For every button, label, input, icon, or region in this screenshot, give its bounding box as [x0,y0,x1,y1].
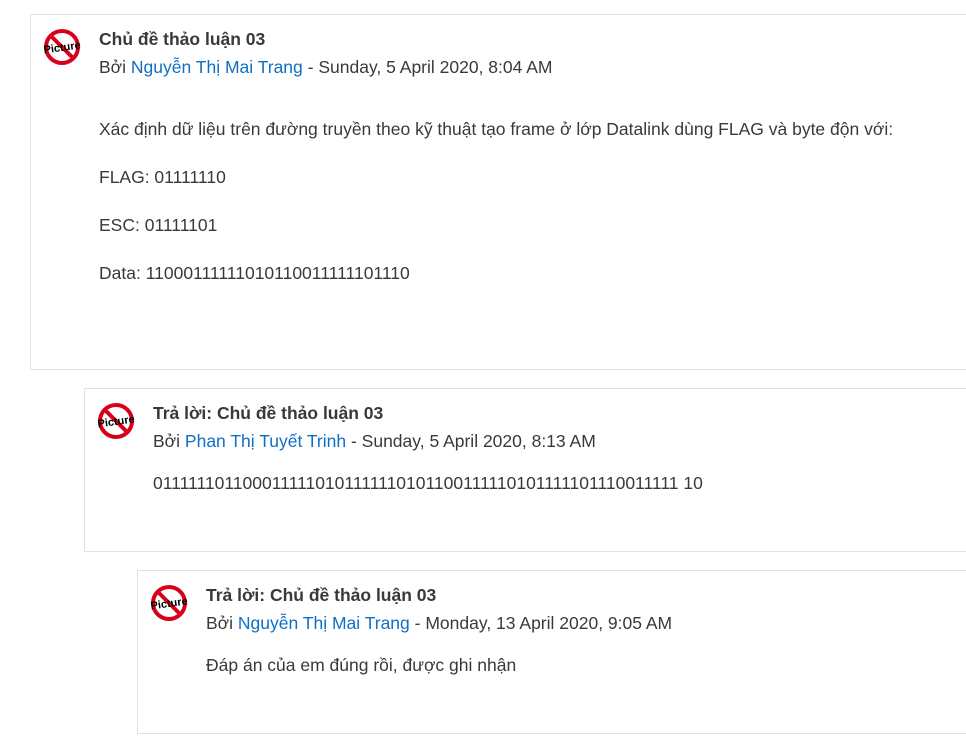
no-picture-icon: Picture [97,403,135,439]
forum-post: Picture Chủ đề thảo luận 03 Bởi Nguyễn T… [30,14,966,370]
post-subject: Trả lời: Chủ đề thảo luận 03 [206,585,437,605]
author-link[interactable]: Phan Thị Tuyết Trinh [185,431,346,451]
post-date: Sunday, 5 April 2020, 8:04 AM [318,57,553,77]
post-subject: Chủ đề thảo luận 03 [99,29,266,49]
post-paragraph: Đáp án của em đúng rồi, được ghi nhận [206,655,517,675]
post-paragraph: 0111111011000111110101111110101100111110… [153,473,703,493]
by-prefix: Bởi [153,431,181,451]
no-picture-icon: Picture [43,29,81,65]
post-header: Chủ đề thảo luận 03 Bởi Nguyễn Thị Mai T… [99,28,553,78]
no-picture-icon: Picture [150,585,188,621]
author-link[interactable]: Nguyễn Thị Mai Trang [238,613,410,633]
user-avatar[interactable]: Picture [148,584,190,622]
post-byline: Bởi Phan Thị Tuyết Trinh - Sunday, 5 Apr… [153,430,596,452]
post-content: Xác định dữ liệu trên đường truyền theo … [99,118,893,310]
byline-separator: - [307,57,314,77]
post-header: Trả lời: Chủ đề thảo luận 03 Bởi Nguyễn … [206,584,672,634]
user-avatar[interactable]: Picture [41,28,83,66]
byline-separator: - [350,431,357,451]
post-content: 0111111011000111110101111110101100111110… [153,472,703,520]
post-date: Monday, 13 April 2020, 9:05 AM [425,613,673,633]
user-avatar[interactable]: Picture [95,402,137,440]
byline-separator: - [414,613,421,633]
post-byline: Bởi Nguyễn Thị Mai Trang - Sunday, 5 Apr… [99,56,553,78]
post-paragraph: Data: 11000111111010110011111101110 [99,263,410,283]
forum-reply: Picture Trả lời: Chủ đề thảo luận 03 Bởi… [84,388,966,552]
post-paragraph: Xác định dữ liệu trên đường truyền theo … [99,119,894,139]
post-header: Trả lời: Chủ đề thảo luận 03 Bởi Phan Th… [153,402,596,452]
post-byline: Bởi Nguyễn Thị Mai Trang - Monday, 13 Ap… [206,612,672,634]
by-prefix: Bởi [99,57,127,77]
post-paragraph: ESC: 01111101 [99,215,218,235]
post-content: Đáp án của em đúng rồi, được ghi nhận [206,654,516,702]
author-link[interactable]: Nguyễn Thị Mai Trang [131,57,303,77]
post-date: Sunday, 5 April 2020, 8:13 AM [361,431,596,451]
post-subject: Trả lời: Chủ đề thảo luận 03 [153,403,384,423]
post-paragraph: FLAG: 01111110 [99,167,226,187]
by-prefix: Bởi [206,613,234,633]
forum-reply: Picture Trả lời: Chủ đề thảo luận 03 Bởi… [137,570,966,734]
